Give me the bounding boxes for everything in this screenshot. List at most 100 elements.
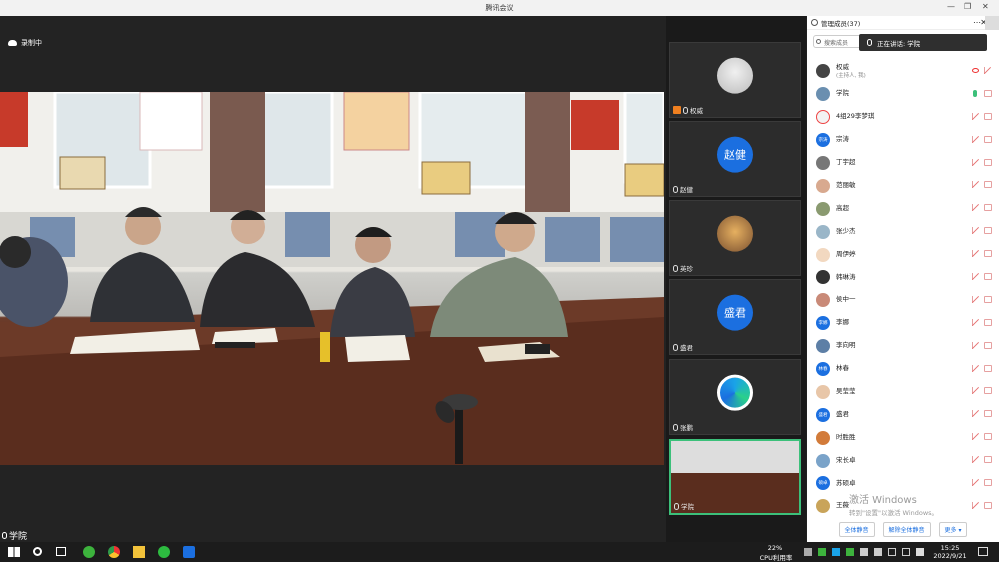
list-item[interactable]: 时胜胜 — [807, 426, 999, 449]
list-item[interactable]: 周伊婷 — [807, 243, 999, 266]
mic-off-icon[interactable] — [972, 250, 979, 258]
camera-off-icon[interactable] — [984, 456, 992, 464]
app-green-icon[interactable] — [83, 546, 95, 558]
camera-off-icon[interactable] — [984, 341, 992, 349]
list-item[interactable]: 权威 (主持人, 我) — [807, 60, 999, 83]
mic-off-icon[interactable] — [972, 501, 979, 509]
camera-off-icon[interactable] — [984, 433, 992, 441]
list-item[interactable]: 宗涛 宗涛 — [807, 129, 999, 152]
list-item[interactable]: 学院 — [807, 83, 999, 106]
maximize-icon[interactable]: ❐ — [964, 2, 971, 11]
view-icon[interactable] — [972, 68, 979, 73]
list-item[interactable]: 李娜 李娜 — [807, 312, 999, 335]
mic-off-icon[interactable] — [972, 341, 979, 349]
thumbnail-participant[interactable]: 权威 — [669, 42, 801, 118]
list-item[interactable]: 侯中一 — [807, 289, 999, 312]
chrome-icon[interactable] — [108, 546, 120, 558]
mic-icon — [673, 264, 678, 272]
camera-off-icon[interactable] — [984, 364, 992, 372]
mic-off-icon[interactable] — [972, 433, 979, 441]
panel-menu-icon[interactable] — [985, 16, 999, 30]
mic-on-icon[interactable] — [973, 89, 977, 97]
thumbnail-participant[interactable]: 英珍 — [669, 200, 801, 276]
list-item[interactable]: 高超 — [807, 197, 999, 220]
camera-off-icon[interactable] — [984, 295, 992, 303]
cpu-usage-value: 22% — [767, 544, 783, 552]
camera-off-icon[interactable] — [984, 273, 992, 281]
mic-off-icon[interactable] — [972, 456, 979, 464]
minimize-icon[interactable]: — — [947, 2, 955, 11]
list-item[interactable]: 范丽敏 — [807, 174, 999, 197]
clock-date[interactable]: 2022/9/21 — [930, 552, 970, 560]
thumbnail-participant-active[interactable]: 学院 — [669, 439, 801, 515]
thumbnail-name: 盛君 — [680, 344, 693, 352]
list-item[interactable]: 丁宇超 — [807, 152, 999, 175]
volume-icon[interactable] — [902, 548, 910, 556]
start-icon[interactable] — [8, 547, 20, 557]
camera-off-icon[interactable] — [984, 204, 992, 212]
camera-off-icon[interactable] — [984, 181, 992, 189]
task-view-icon[interactable] — [56, 547, 66, 556]
list-item[interactable]: 4组29李梦琪 — [807, 106, 999, 129]
camera-off-icon[interactable] — [984, 158, 992, 166]
more-button[interactable]: 更多 ▾ — [938, 521, 968, 537]
thumbnail-participant[interactable]: 张鹏 — [669, 359, 801, 435]
clock-time[interactable]: 15:25 — [930, 544, 970, 552]
tray-icon[interactable] — [818, 548, 826, 556]
camera-off-icon[interactable] — [984, 501, 992, 509]
camera-off-icon[interactable] — [984, 227, 992, 235]
notification-icon[interactable] — [978, 547, 988, 556]
tray-icon[interactable] — [874, 548, 882, 556]
list-item[interactable]: 林春 林春 — [807, 358, 999, 381]
member-name: 侯中一 — [836, 295, 856, 304]
tencent-meeting-icon[interactable] — [183, 546, 195, 558]
camera-off-icon[interactable] — [984, 135, 992, 143]
tray-icon[interactable] — [846, 548, 854, 556]
mic-off-icon[interactable] — [972, 135, 979, 143]
unmute-all-button[interactable]: 解除全体静音 — [882, 521, 931, 537]
mic-off-icon[interactable] — [972, 364, 979, 372]
panel-button-bar: 全体静音 解除全体静音 更多 ▾ — [807, 519, 999, 539]
list-item[interactable]: 盛君 盛君 — [807, 403, 999, 426]
list-item[interactable]: 宋长卓 — [807, 449, 999, 472]
camera-off-icon[interactable] — [984, 410, 992, 418]
mic-off-icon[interactable] — [972, 273, 979, 281]
mic-off-icon[interactable] — [972, 112, 979, 120]
mic-off-icon[interactable] — [972, 318, 979, 326]
camera-off-icon[interactable] — [984, 112, 992, 120]
now-speaking-text: 正在讲话: 学院 — [877, 39, 921, 48]
mute-all-button[interactable]: 全体静音 — [838, 521, 875, 537]
thumbnail-column: 权威 赵健 赵健 英珍 盛君 盛君 张鹏 学院 — [666, 16, 806, 542]
camera-off-icon[interactable] — [984, 479, 992, 487]
recording-indicator[interactable]: 录制中 — [8, 38, 42, 48]
participant-photo — [717, 57, 753, 94]
mic-off-icon[interactable] — [972, 158, 979, 166]
mic-off-icon[interactable] — [972, 295, 979, 303]
mic-off-icon[interactable] — [972, 410, 979, 418]
ime-icon[interactable] — [916, 548, 924, 556]
tray-icon[interactable] — [804, 548, 812, 556]
camera-off-icon[interactable] — [984, 89, 992, 97]
network-icon[interactable] — [888, 548, 896, 556]
list-item[interactable]: 吴莹莹 — [807, 380, 999, 403]
file-explorer-icon[interactable] — [133, 546, 145, 558]
camera-off-icon[interactable] — [984, 318, 992, 326]
tray-icon[interactable] — [860, 548, 868, 556]
mic-off-icon[interactable] — [972, 387, 979, 395]
camera-off-icon[interactable] — [984, 250, 992, 258]
thumbnail-participant[interactable]: 赵健 赵健 — [669, 121, 801, 197]
mic-off-icon[interactable] — [984, 67, 992, 74]
list-item[interactable]: 李向明 — [807, 335, 999, 358]
close-icon[interactable]: ✕ — [982, 2, 989, 11]
thumbnail-participant[interactable]: 盛君 盛君 — [669, 279, 801, 355]
tray-icon[interactable] — [832, 548, 840, 556]
list-item[interactable]: 张少杰 — [807, 220, 999, 243]
list-item[interactable]: 韩琳涛 — [807, 266, 999, 289]
mic-off-icon[interactable] — [972, 204, 979, 212]
search-icon[interactable] — [33, 547, 42, 556]
mic-off-icon[interactable] — [972, 479, 979, 487]
mic-off-icon[interactable] — [972, 227, 979, 235]
mic-off-icon[interactable] — [972, 181, 979, 189]
camera-off-icon[interactable] — [984, 387, 992, 395]
wechat-icon[interactable] — [158, 546, 170, 558]
